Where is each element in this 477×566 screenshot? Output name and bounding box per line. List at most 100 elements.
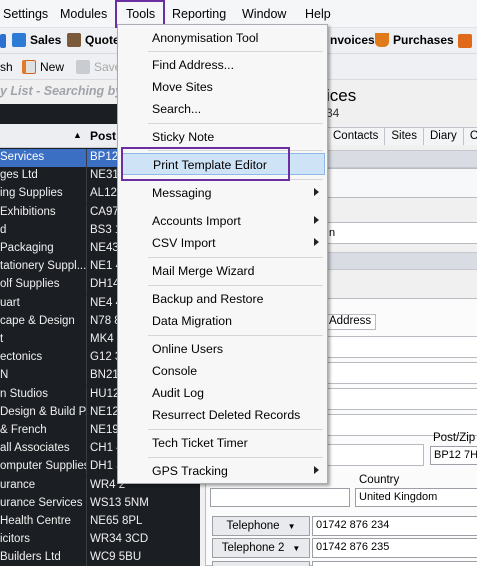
column-postcode[interactable]: Post <box>90 129 116 143</box>
list-item[interactable]: urance Services WS13 5NM <box>0 494 200 513</box>
new-button[interactable]: New <box>22 60 64 74</box>
list-item-name: ing Supplies <box>0 187 63 200</box>
list-item-name: Design & Build P... <box>0 405 86 418</box>
menu-item-online-users[interactable]: Online Users <box>118 338 327 360</box>
postzip-field[interactable]: BP12 7HT <box>430 446 477 465</box>
tab-diary[interactable]: Diary <box>422 127 464 145</box>
column-divider <box>86 221 87 240</box>
address-line-2[interactable] <box>326 362 477 384</box>
purchases-button[interactable]: Purchases <box>375 33 454 47</box>
submenu-arrow-icon <box>314 466 319 474</box>
list-item-name: ges Ltd <box>0 169 38 182</box>
sales-icon <box>12 33 26 47</box>
menu-item-label: Audit Log <box>152 386 204 400</box>
menu-item-console[interactable]: Console <box>118 360 327 382</box>
menu-item-label: Resurrect Deleted Records <box>152 408 301 422</box>
menu-item-accounts-import[interactable]: Accounts Import <box>118 210 327 232</box>
telephone2-type-button[interactable]: Telephone 2 ▼ <box>212 538 310 558</box>
telephone3-type-button[interactable] <box>212 561 310 566</box>
list-item-name: omputer Supplies <box>0 460 86 473</box>
list-item-name: t <box>0 333 4 345</box>
refresh-button[interactable]: sh <box>0 60 13 74</box>
address-line-1[interactable] <box>326 336 477 358</box>
cart-icon <box>375 33 389 47</box>
list-title: y List - Searching by <box>0 84 120 98</box>
menu-item-label: Move Sites <box>152 80 213 94</box>
list-item-name: Health Centre <box>0 515 71 527</box>
column-divider <box>86 367 87 386</box>
menu-item-sticky-note[interactable]: Sticky Note <box>118 126 327 148</box>
quotes-button[interactable]: Quote <box>67 33 120 47</box>
sales-button[interactable]: Sales <box>12 33 61 47</box>
menu-item-label: Messaging <box>152 186 212 200</box>
menu-reporting[interactable]: Reporting <box>172 7 226 21</box>
calculator-icon <box>67 33 81 47</box>
menu-modules[interactable]: Modules <box>60 7 107 21</box>
tab-contacts[interactable]: Contacts <box>326 127 386 145</box>
menu-item-mail-merge-wizard[interactable]: Mail Merge Wizard <box>118 260 327 282</box>
menu-item-csv-import[interactable]: CSV Import <box>118 232 327 254</box>
menu-item-anonymisation-tool[interactable]: Anonymisation Tool <box>118 27 327 49</box>
tab-more[interactable]: C <box>462 127 477 145</box>
column-divider <box>86 312 87 331</box>
telephone2-field[interactable]: 01742 876 235 <box>312 538 477 558</box>
column-divider <box>86 458 87 477</box>
menu-window[interactable]: Window <box>242 7 286 21</box>
list-item-name: Builders Ltd <box>0 551 61 564</box>
menu-item-backup-and-restore[interactable]: Backup and Restore <box>118 288 327 310</box>
list-item[interactable]: Builders Ltd WC9 5BU <box>0 549 200 566</box>
country-field[interactable]: United Kingdom <box>355 488 477 507</box>
menu-item-label: Tech Ticket Timer <box>152 436 248 450</box>
detail-field[interactable]: n <box>326 222 477 244</box>
sort-arrow-icon[interactable]: ▲ <box>73 130 82 140</box>
save-icon <box>76 60 90 74</box>
menu-separator <box>148 257 323 258</box>
module-icon[interactable] <box>458 34 472 48</box>
list-item-name: olf Supplies <box>0 278 60 291</box>
menu-item-data-migration[interactable]: Data Migration <box>118 310 327 332</box>
list-item[interactable]: Health Centre NE65 8PL <box>0 513 200 531</box>
column-divider <box>86 149 87 167</box>
list-item-name: Packaging <box>0 242 54 254</box>
menu-item-resurrect-deleted-records[interactable]: Resurrect Deleted Records <box>118 404 327 426</box>
menu-separator <box>148 285 323 286</box>
column-divider <box>86 167 87 186</box>
telephone3-field[interactable] <box>312 561 477 566</box>
column-divider <box>86 440 87 459</box>
menu-item-tech-ticket-timer[interactable]: Tech Ticket Timer <box>118 432 327 454</box>
menu-item-messaging[interactable]: Messaging <box>118 182 327 204</box>
invoices-button[interactable]: nvoices <box>330 33 375 47</box>
record-subtitle: 34 <box>326 106 340 120</box>
save-button[interactable]: Save <box>76 60 121 74</box>
column-divider <box>86 531 87 550</box>
column-divider <box>86 549 87 566</box>
list-item-name: N <box>0 369 9 382</box>
new-document-icon <box>22 60 36 74</box>
list-item-name: uart <box>0 296 20 309</box>
menu-item-search[interactable]: Search... <box>118 98 327 120</box>
list-item-name: Exhibitions <box>0 205 56 218</box>
column-divider <box>86 513 87 531</box>
detail-tabs: Contacts Sites Diary C <box>326 127 477 145</box>
column-divider <box>86 494 87 513</box>
column-divider <box>86 385 87 404</box>
tab-sites[interactable]: Sites <box>384 127 424 145</box>
menu-help[interactable]: Help <box>305 7 331 21</box>
tab-address[interactable]: Address <box>324 314 377 330</box>
list-item-postcode: NE65 8PL <box>90 515 143 527</box>
list-item-postcode: WC9 5BU <box>90 551 142 564</box>
address-line-3[interactable] <box>326 388 477 410</box>
menu-item-label: Data Migration <box>152 314 232 328</box>
list-item-name: icitors <box>0 533 31 546</box>
telephone-type-button[interactable]: Telephone ▼ <box>212 516 310 536</box>
list-item-name: Services <box>0 151 45 163</box>
county-field[interactable] <box>210 488 350 507</box>
list-item[interactable]: icitors WR34 3CD <box>0 531 200 550</box>
menu-item-gps-tracking[interactable]: GPS Tracking <box>118 460 327 482</box>
telephone-field[interactable]: 01742 876 234 <box>312 516 477 536</box>
menu-item-audit-log[interactable]: Audit Log <box>118 382 327 404</box>
menu-separator <box>148 457 323 458</box>
menu-item-move-sites[interactable]: Move Sites <box>118 76 327 98</box>
menu-settings[interactable]: Settings <box>3 7 48 21</box>
menu-item-find-address[interactable]: Find Address... <box>118 54 327 76</box>
